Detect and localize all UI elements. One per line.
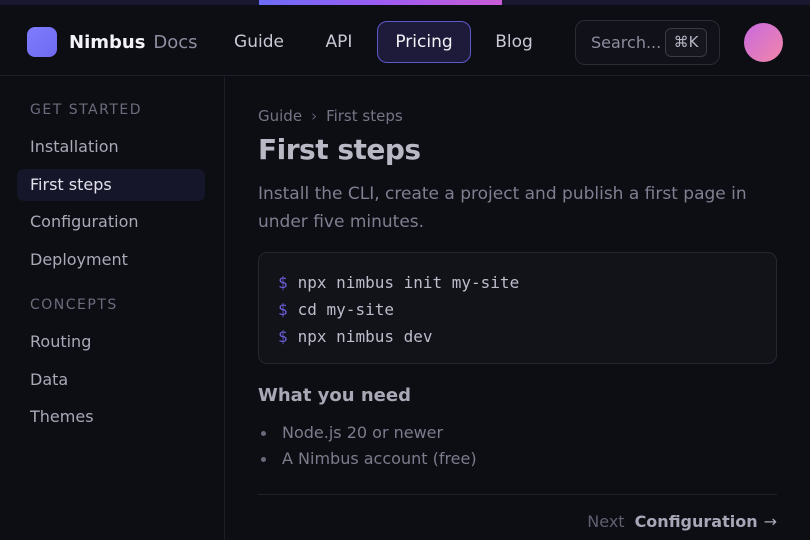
brand-subtitle: Docs	[153, 31, 198, 53]
logo-icon	[27, 27, 57, 57]
sidebar: GET STARTED Installation First steps Con…	[0, 77, 225, 540]
page-title: First steps	[258, 133, 421, 166]
code-block[interactable]: $ npx nimbus init my-site $ cd my-site $ np…	[258, 252, 777, 364]
page-lead: Install the CLI, create a project and pu…	[258, 184, 747, 232]
shell-prompt: $	[278, 327, 288, 346]
search-box[interactable]: Search... ⌘K	[575, 20, 720, 65]
breadcrumb-guide[interactable]: Guide	[258, 107, 302, 125]
code-command: cd my-site	[297, 300, 394, 319]
nav-pricing[interactable]: Pricing	[377, 21, 471, 63]
code-line: $ cd my-site	[278, 296, 776, 323]
code-line: $ npx nimbus dev	[278, 323, 776, 350]
breadcrumb: Guide › First steps	[258, 107, 403, 125]
breadcrumb-first-steps[interactable]: First steps	[326, 107, 403, 125]
sidebar-item-routing[interactable]: Routing	[17, 326, 205, 358]
next-page-link[interactable]: Next Configuration →	[587, 512, 777, 531]
sidebar-heading-get-started: GET STARTED	[30, 102, 143, 118]
code-command: npx nimbus dev	[297, 327, 433, 346]
footer-divider	[258, 494, 777, 495]
search-shortcut-key: ⌘K	[665, 28, 707, 57]
bullet-icon	[261, 431, 266, 436]
sidebar-item-themes[interactable]: Themes	[17, 401, 205, 433]
brand[interactable]: Nimbus Docs	[27, 27, 198, 57]
list-item: Node.js 20 or newer	[258, 420, 477, 446]
shell-prompt: $	[278, 273, 288, 292]
requirement-text: Node.js 20 or newer	[282, 423, 444, 442]
next-label: Next	[587, 512, 625, 531]
brand-name: Nimbus	[69, 31, 146, 53]
main-content: Guide › First steps First steps Install th…	[226, 77, 810, 540]
requirement-text: A Nimbus account (free)	[282, 449, 477, 468]
requirements-list: Node.js 20 or newer A Nimbus account (fr…	[258, 420, 477, 472]
bullet-icon	[261, 457, 266, 462]
nav-blog[interactable]: Blog	[484, 21, 544, 63]
list-item: A Nimbus account (free)	[258, 446, 477, 472]
search-placeholder: Search...	[591, 33, 662, 52]
top-header: Nimbus Docs Guide API Pricing Blog Searc…	[0, 5, 810, 76]
code-line: $ npx nimbus init my-site	[278, 269, 776, 296]
sidebar-item-data[interactable]: Data	[17, 364, 205, 396]
docs-app: Nimbus Docs Guide API Pricing Blog Searc…	[0, 0, 810, 540]
code-command: npx nimbus init my-site	[297, 273, 520, 292]
sidebar-item-first-steps[interactable]: First steps	[17, 169, 205, 201]
user-avatar[interactable]	[744, 23, 783, 62]
breadcrumb-separator: ›	[311, 107, 318, 125]
section-title-what-you-need: What you need	[258, 385, 411, 406]
sidebar-heading-concepts: CONCEPTS	[30, 297, 118, 313]
sidebar-item-deployment[interactable]: Deployment	[17, 244, 205, 276]
nav-api[interactable]: API	[314, 21, 364, 63]
sidebar-item-configuration[interactable]: Configuration	[17, 206, 205, 238]
shell-prompt: $	[278, 300, 288, 319]
next-target: Configuration	[634, 512, 758, 531]
arrow-right-icon: →	[763, 512, 777, 531]
sidebar-item-installation[interactable]: Installation	[17, 131, 205, 163]
nav-guide[interactable]: Guide	[224, 21, 294, 63]
